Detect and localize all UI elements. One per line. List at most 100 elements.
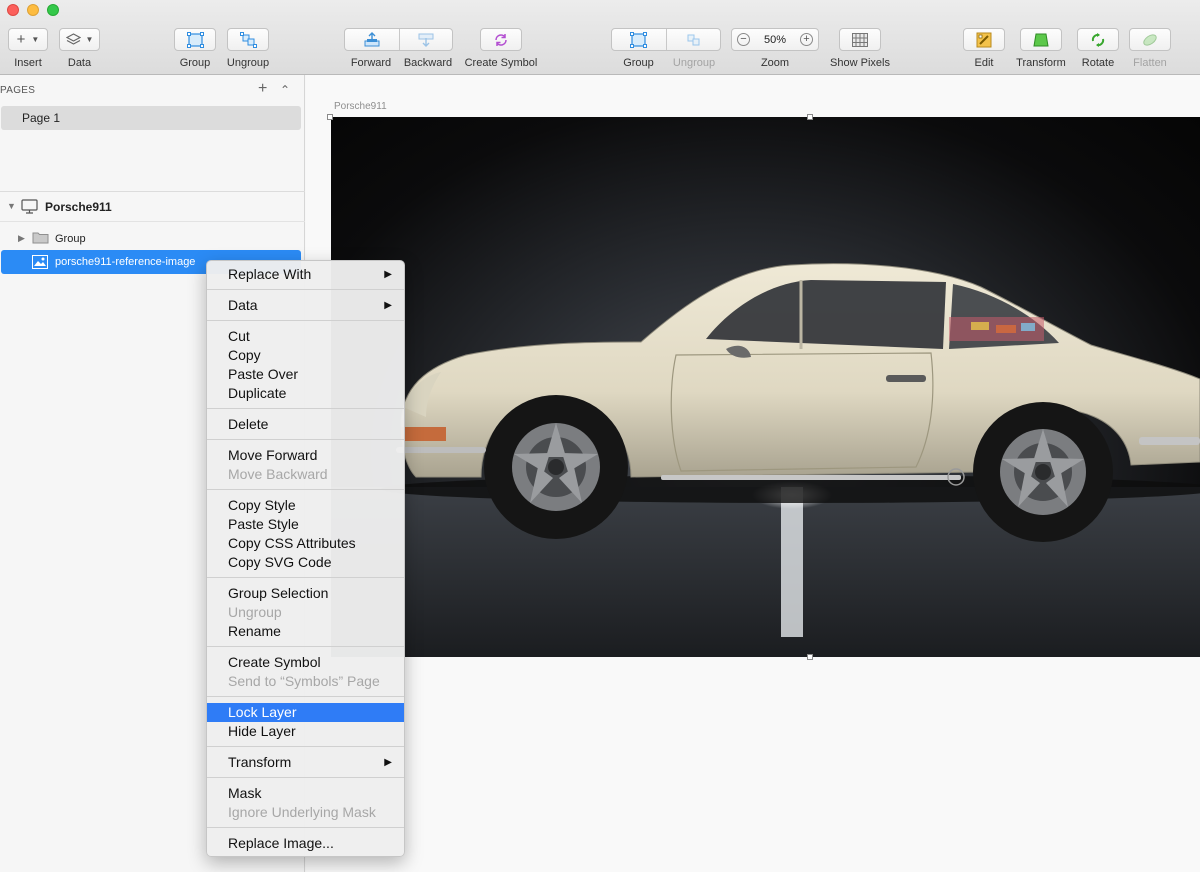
add-page-icon[interactable]: + xyxy=(258,81,267,97)
menu-item-copy-style[interactable]: Copy Style xyxy=(207,496,404,515)
zoom-label: Zoom xyxy=(760,57,790,69)
menu-separator xyxy=(207,827,404,829)
submenu-arrow-icon: ▶ xyxy=(384,300,392,311)
backward-label: Backward xyxy=(403,57,453,69)
menu-item-move-backward: Move Backward xyxy=(228,466,328,482)
ungroup-button-2[interactable] xyxy=(665,29,720,50)
menu-item-move-forward[interactable]: Move Forward xyxy=(207,446,404,465)
rotate-button[interactable] xyxy=(1077,28,1119,51)
menu-item-data[interactable]: Data ▶ xyxy=(207,296,404,315)
resize-handle-top-left[interactable] xyxy=(327,114,333,120)
chevron-up-icon[interactable]: ⌃ xyxy=(280,83,290,97)
zoom-out-icon[interactable]: − xyxy=(737,33,750,46)
show-pixels-button[interactable] xyxy=(839,28,881,51)
show-pixels-label: Show Pixels xyxy=(830,57,890,69)
menu-item-paste-style[interactable]: Paste Style xyxy=(207,515,404,534)
data-label: Data xyxy=(67,57,92,69)
menu-item-copy[interactable]: Copy xyxy=(207,346,404,365)
bring-forward-icon xyxy=(364,31,380,46)
menu-separator xyxy=(207,439,404,441)
symbol-icon xyxy=(495,33,507,46)
layer-group[interactable]: ▶ Group xyxy=(0,229,305,249)
forward-button[interactable] xyxy=(345,29,399,50)
data-button[interactable]: ▼ xyxy=(59,28,100,51)
submenu-arrow-icon: ▶ xyxy=(384,269,392,280)
edit-button[interactable] xyxy=(963,28,1005,51)
menu-separator xyxy=(207,289,404,291)
ungroup-button[interactable] xyxy=(227,28,269,51)
transform-label: Transform xyxy=(1016,57,1066,69)
layer-name: porsche911-reference-image xyxy=(55,256,196,268)
menu-separator xyxy=(207,320,404,322)
zoom-in-icon[interactable]: + xyxy=(800,33,813,46)
folder-icon xyxy=(32,232,49,244)
chevron-down-icon: ▼ xyxy=(31,35,40,44)
divider xyxy=(0,191,305,192)
create-symbol-label: Create Symbol xyxy=(464,57,538,69)
resize-handle-bottom[interactable] xyxy=(807,654,813,660)
edit-label: Edit xyxy=(974,57,994,69)
menu-item-label: Data xyxy=(228,297,258,313)
zoom-value: 50% xyxy=(763,33,787,46)
minimize-window-button[interactable] xyxy=(27,4,39,16)
menu-item-copy-svg[interactable]: Copy SVG Code xyxy=(207,553,404,572)
create-symbol-button[interactable] xyxy=(480,28,522,51)
disclosure-open-icon[interactable]: ▼ xyxy=(7,201,16,211)
rotate-label: Rotate xyxy=(1081,57,1115,69)
menu-item-cut[interactable]: Cut xyxy=(207,327,404,346)
menu-item-create-symbol[interactable]: Create Symbol xyxy=(207,653,404,672)
transform-icon xyxy=(1033,33,1049,46)
disclosure-closed-icon[interactable]: ▶ xyxy=(18,233,25,244)
backward-button[interactable] xyxy=(398,29,453,50)
rear-wheel xyxy=(973,402,1113,542)
menu-item-mask[interactable]: Mask xyxy=(207,784,404,803)
menu-item-hide-layer[interactable]: Hide Layer xyxy=(207,722,404,741)
menu-separator xyxy=(207,696,404,698)
menu-item-duplicate[interactable]: Duplicate xyxy=(207,384,404,403)
flatten-icon xyxy=(1143,33,1157,46)
artboard-name: Porsche911 xyxy=(45,200,112,214)
close-window-button[interactable] xyxy=(7,4,19,16)
transform-button[interactable] xyxy=(1020,28,1062,51)
artboard-layer[interactable]: ▼ Porsche911 xyxy=(0,197,305,219)
page-item[interactable]: Page 1 xyxy=(1,106,301,130)
menu-item-transform[interactable]: Transform ▶ xyxy=(207,753,404,772)
group-label: Group xyxy=(179,57,211,69)
send-backward-icon xyxy=(418,33,434,47)
artboard-title[interactable]: Porsche911 xyxy=(334,101,387,112)
menu-item-replace-with[interactable]: Replace With ▶ xyxy=(207,265,404,284)
resize-handle-top[interactable] xyxy=(807,114,813,120)
menu-item-delete[interactable]: Delete xyxy=(207,415,404,434)
toolbar: + ▼ Insert ▼ Data Group Ungroup Forward … xyxy=(0,0,1200,75)
menu-item-rename[interactable]: Rename xyxy=(207,622,404,641)
menu-item-ungroup: Ungroup xyxy=(228,604,282,620)
menu-item-lock-layer[interactable]: Lock Layer xyxy=(207,703,404,722)
zoom-window-button[interactable] xyxy=(47,4,59,16)
submenu-arrow-icon: ▶ xyxy=(384,757,392,768)
group-button-2[interactable] xyxy=(612,29,666,50)
group-button[interactable] xyxy=(174,28,216,51)
ungroup-label: Ungroup xyxy=(226,57,270,69)
insert-button[interactable]: + ▼ xyxy=(8,28,48,51)
porsche-car-illustration xyxy=(331,263,1200,657)
menu-separator xyxy=(207,577,404,579)
zoom-control[interactable]: − 50% + xyxy=(731,28,819,51)
group-segment xyxy=(611,28,721,51)
group-icon xyxy=(186,31,204,48)
pixel-grid-icon xyxy=(852,32,868,47)
menu-item-group-selection[interactable]: Group Selection xyxy=(207,584,404,603)
flatten-button[interactable] xyxy=(1129,28,1171,51)
arrange-segment xyxy=(344,28,453,51)
canvas[interactable]: Porsche911 xyxy=(306,75,1200,872)
porsche-reference-image[interactable] xyxy=(331,117,1200,657)
menu-item-ignore-underlying-mask: Ignore Underlying Mask xyxy=(228,804,376,820)
layer-name: Group xyxy=(55,233,86,245)
ungroup-icon xyxy=(687,34,700,45)
menu-item-copy-css[interactable]: Copy CSS Attributes xyxy=(207,534,404,553)
menu-item-replace-image[interactable]: Replace Image... xyxy=(207,834,404,853)
edit-icon xyxy=(976,32,992,47)
flatten-label: Flatten xyxy=(1133,57,1167,69)
menu-item-paste-over[interactable]: Paste Over xyxy=(207,365,404,384)
menu-separator xyxy=(207,777,404,779)
forward-label: Forward xyxy=(350,57,392,69)
